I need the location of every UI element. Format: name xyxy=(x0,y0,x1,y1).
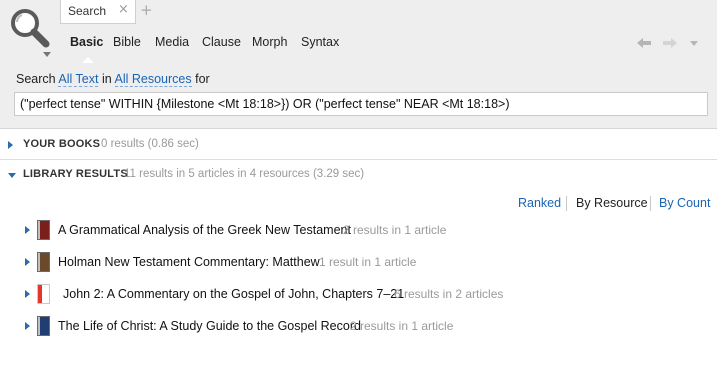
result-row[interactable]: A Grammatical Analysis of the Greek New … xyxy=(0,218,717,242)
search-query-input[interactable] xyxy=(14,92,708,116)
tab-label: Search xyxy=(68,4,107,18)
scope-all-text-link[interactable]: All Text xyxy=(58,72,99,87)
sort-by-resource[interactable]: By Resource xyxy=(576,196,648,210)
result-meta: 1 result in 1 article xyxy=(319,255,417,269)
forward-arrow-icon[interactable] xyxy=(662,36,678,54)
scope-all-resources-link[interactable]: All Resources xyxy=(114,72,192,87)
back-arrow-icon[interactable] xyxy=(636,36,652,54)
result-title[interactable]: John 2: A Commentary on the Gospel of Jo… xyxy=(63,287,404,301)
search-menu-caret-icon[interactable] xyxy=(43,52,51,57)
section-meta: 0 results (0.86 sec) xyxy=(101,138,199,150)
tab-search[interactable]: Search × xyxy=(60,0,136,24)
search-panel: Search × + Basic Bible Media Clause Morp… xyxy=(0,0,717,129)
library-results-section[interactable]: LIBRARY RESULTS 11 results in 5 articles… xyxy=(0,160,717,190)
result-meta: 2 results in 1 article xyxy=(350,319,454,333)
book-cover-icon xyxy=(37,220,50,240)
scope-suffix: for xyxy=(195,72,210,86)
expander-icon[interactable] xyxy=(25,226,30,234)
book-cover-icon xyxy=(37,284,50,304)
book-cover-icon xyxy=(37,316,50,336)
mode-basic[interactable]: Basic xyxy=(70,35,103,49)
result-meta: 2 results in 1 article xyxy=(343,223,447,237)
sort-by-count[interactable]: By Count xyxy=(659,196,710,210)
results-area: YOUR BOOKS 0 results (0.86 sec) LIBRARY … xyxy=(0,130,717,375)
mode-morph[interactable]: Morph xyxy=(252,35,287,49)
result-title[interactable]: Holman New Testament Commentary: Matthew xyxy=(58,255,320,269)
scope-prefix: Search xyxy=(16,72,56,86)
result-row[interactable]: John 2: A Commentary on the Gospel of Jo… xyxy=(0,282,717,306)
section-meta: 11 results in 5 articles in 4 resources … xyxy=(124,168,365,180)
mode-syntax[interactable]: Syntax xyxy=(301,35,339,49)
sort-ranked[interactable]: Ranked xyxy=(518,196,561,210)
result-meta: 6 results in 2 articles xyxy=(394,287,504,301)
divider xyxy=(566,196,567,211)
section-title: YOUR BOOKS xyxy=(23,138,101,150)
mode-clause[interactable]: Clause xyxy=(202,35,241,49)
active-mode-pointer xyxy=(82,57,94,63)
menu-icon[interactable] xyxy=(688,36,700,54)
divider xyxy=(650,196,651,211)
expander-icon[interactable] xyxy=(25,258,30,266)
tab-strip: Search × + xyxy=(56,0,717,25)
expander-icon[interactable] xyxy=(8,141,13,149)
tab-close-icon[interactable]: × xyxy=(118,3,129,17)
scope-in: in xyxy=(101,72,112,86)
collapse-icon[interactable] xyxy=(8,173,16,178)
your-books-section[interactable]: YOUR BOOKS 0 results (0.86 sec) xyxy=(0,130,717,160)
result-title[interactable]: The Life of Christ: A Study Guide to the… xyxy=(58,319,361,333)
expander-icon[interactable] xyxy=(25,290,30,298)
result-row[interactable]: The Life of Christ: A Study Guide to the… xyxy=(0,314,717,338)
search-scope-line: Search All Text in All Resources for xyxy=(16,72,210,87)
book-cover-icon xyxy=(37,252,50,272)
result-row[interactable]: Holman New Testament Commentary: Matthew… xyxy=(0,250,717,274)
section-title: LIBRARY RESULTS xyxy=(23,168,128,180)
mode-bible[interactable]: Bible xyxy=(113,35,141,49)
mode-media[interactable]: Media xyxy=(155,35,189,49)
result-title[interactable]: A Grammatical Analysis of the Greek New … xyxy=(58,223,351,237)
new-tab-icon[interactable]: + xyxy=(140,3,153,18)
expander-icon[interactable] xyxy=(25,322,30,330)
